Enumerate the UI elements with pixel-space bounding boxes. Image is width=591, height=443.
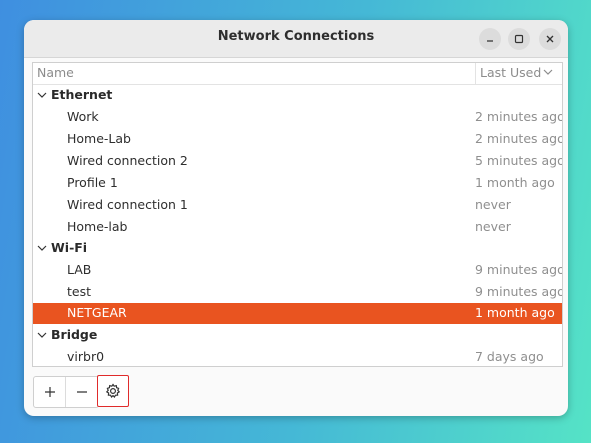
- connection-row[interactable]: Profile 1 1 month ago: [33, 173, 562, 194]
- group-row-bridge[interactable]: Bridge: [33, 325, 562, 346]
- plus-icon: [44, 387, 55, 397]
- remove-connection-button[interactable]: [66, 377, 97, 407]
- connection-last-used: 2 minutes ago: [475, 131, 563, 146]
- column-header-last-used-label: Last Used: [480, 65, 542, 80]
- add-remove-group: [33, 376, 99, 408]
- group-name: Bridge: [51, 327, 98, 342]
- connection-last-used: 1 month ago: [475, 305, 555, 320]
- close-button[interactable]: [539, 28, 561, 50]
- connection-last-used: 9 minutes ago: [475, 262, 563, 277]
- connection-name: Home-lab: [67, 219, 128, 234]
- group-row-wifi[interactable]: Wi-Fi: [33, 238, 562, 259]
- connection-name: virbr0: [67, 349, 105, 364]
- chevron-down-icon[interactable]: [37, 91, 47, 99]
- titlebar: Network Connections: [24, 20, 568, 58]
- connection-last-used: 2 minutes ago: [475, 109, 563, 124]
- connection-name: Work: [67, 109, 99, 124]
- connection-last-used: never: [475, 219, 511, 234]
- minimize-icon: [487, 40, 493, 42]
- chevron-down-icon[interactable]: [37, 331, 47, 339]
- connection-row-selected[interactable]: NETGEAR 1 month ago: [33, 303, 562, 324]
- maximize-button[interactable]: [508, 28, 530, 50]
- minimize-button[interactable]: [479, 28, 501, 50]
- group-name: Ethernet: [51, 87, 113, 102]
- connection-name: NETGEAR: [67, 305, 127, 320]
- column-header-last-used[interactable]: Last Used: [475, 63, 562, 84]
- connection-row[interactable]: Wired connection 1 never: [33, 195, 562, 216]
- connection-name: test: [67, 284, 92, 299]
- column-header-name[interactable]: Name: [37, 65, 74, 80]
- connection-name: Home-Lab: [67, 131, 131, 146]
- connection-last-used: 7 days ago: [475, 349, 544, 364]
- connection-last-used: 5 minutes ago: [475, 153, 563, 168]
- connection-name: LAB: [67, 262, 92, 277]
- list-header: Name Last Used: [33, 63, 562, 85]
- connection-last-used: 1 month ago: [475, 175, 555, 190]
- chevron-down-icon: [543, 69, 553, 75]
- maximize-icon: [514, 34, 524, 44]
- bottom-toolbar: [33, 375, 129, 408]
- connections-list: Name Last Used Ethernet Work 2 minutes a…: [32, 62, 563, 367]
- connection-row[interactable]: Home-Lab 2 minutes ago: [33, 129, 562, 150]
- group-row-ethernet[interactable]: Ethernet: [33, 85, 562, 106]
- connection-row[interactable]: Home-lab never: [33, 217, 562, 238]
- edit-connection-settings-button[interactable]: [97, 375, 129, 407]
- add-connection-button[interactable]: [34, 377, 66, 407]
- connection-row[interactable]: test 9 minutes ago: [33, 282, 562, 303]
- connection-last-used: 9 minutes ago: [475, 284, 563, 299]
- gear-icon: [105, 383, 121, 398]
- chevron-down-icon[interactable]: [37, 244, 47, 252]
- connection-row[interactable]: virbr0 7 days ago: [33, 347, 562, 366]
- network-connections-window: Network Connections Name Last Used Ether…: [24, 20, 568, 416]
- group-name: Wi-Fi: [51, 240, 88, 255]
- connection-name: Wired connection 1: [67, 197, 188, 212]
- connection-row[interactable]: LAB 9 minutes ago: [33, 260, 562, 281]
- connection-name: Wired connection 2: [67, 153, 188, 168]
- minus-icon: [76, 391, 87, 393]
- connection-row[interactable]: Wired connection 2 5 minutes ago: [33, 151, 562, 172]
- connection-name: Profile 1: [67, 175, 118, 190]
- connection-last-used: never: [475, 197, 511, 212]
- connection-row[interactable]: Work 2 minutes ago: [33, 107, 562, 128]
- close-icon: [546, 35, 554, 43]
